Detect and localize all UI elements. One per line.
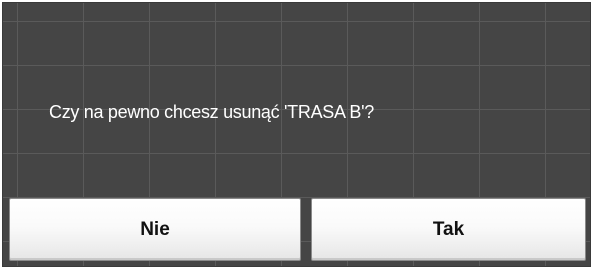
no-button[interactable]: Nie [9, 198, 301, 261]
yes-button[interactable]: Tak [311, 198, 586, 261]
confirm-dialog: Czy na pewno chcesz usunąć 'TRASA B'? Ni… [2, 2, 591, 267]
dialog-message: Czy na pewno chcesz usunąć 'TRASA B'? [49, 102, 374, 122]
